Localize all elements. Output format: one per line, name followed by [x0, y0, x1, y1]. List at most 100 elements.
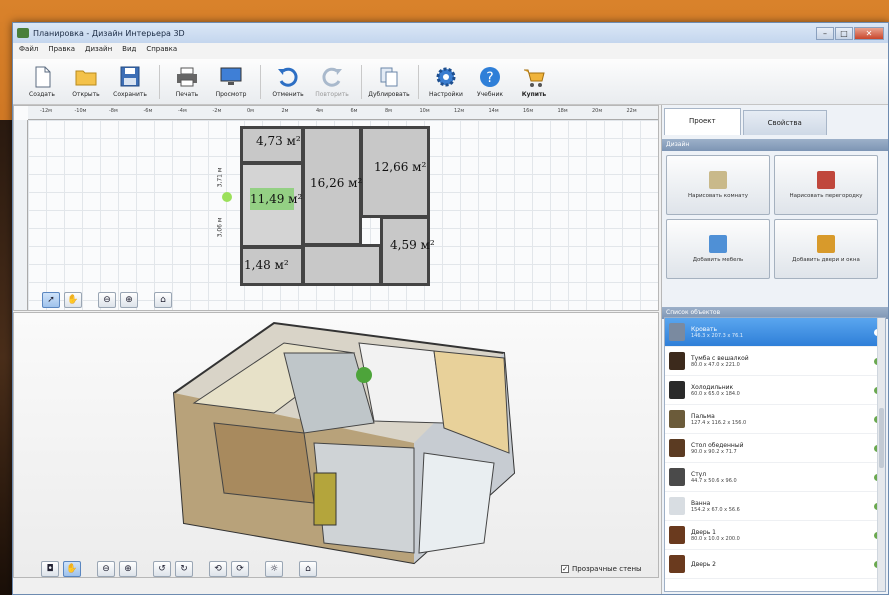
- menu-help[interactable]: Справка: [146, 45, 177, 57]
- draw-room-button[interactable]: Нарисовать комнату: [666, 155, 770, 215]
- preview-button[interactable]: Просмотр: [210, 65, 252, 98]
- settings-button[interactable]: Настройки: [425, 65, 467, 98]
- selection-handle[interactable]: [222, 192, 232, 202]
- object-list-item[interactable]: Стул 44.7 x 50.6 x 96.0: [665, 463, 885, 492]
- object-thumbnail: [669, 497, 685, 515]
- duplicate-label: Дублировать: [368, 91, 410, 98]
- horizontal-ruler: -12м -10м -8м -6м -4м -2м 0м 2м 4м 6м 8м 10м 12м 14м 1…: [28, 106, 658, 120]
- scrollbar-thumb[interactable]: [879, 408, 884, 468]
- minimize-button[interactable]: –: [816, 26, 834, 40]
- undo-button[interactable]: Отменить: [267, 65, 309, 98]
- object-thumbnail: [669, 323, 685, 341]
- gear-icon: [436, 67, 456, 87]
- draw-partition-label: Нарисовать перегородку: [789, 193, 863, 199]
- zoom-out-button[interactable]: ⊖: [98, 292, 116, 308]
- menu-bar: Файл Правка Дизайн Вид Справка: [13, 43, 888, 59]
- ruler-tick-label: 14м: [488, 108, 499, 114]
- tab-project[interactable]: Проект: [664, 108, 741, 135]
- new-label: Создать: [29, 91, 55, 98]
- object-thumbnail: [669, 468, 685, 486]
- buy-label: Купить: [521, 91, 547, 98]
- room-area-label: 1,48 м²: [244, 258, 289, 272]
- ruler-tick-label: -10м: [74, 108, 87, 114]
- print-label: Печать: [175, 91, 199, 98]
- menu-file[interactable]: Файл: [19, 45, 38, 57]
- design-section-title: Дизайн: [662, 139, 888, 151]
- camera-button[interactable]: ◘: [41, 561, 59, 577]
- object-thumbnail: [669, 381, 685, 399]
- menu-view[interactable]: Вид: [122, 45, 136, 57]
- object-dimensions: 80.0 x 10.0 x 200.0: [691, 535, 740, 542]
- duplicate-button[interactable]: Дублировать: [368, 65, 410, 98]
- object-name: Тумба с вешалкой: [691, 354, 749, 362]
- room-area-label: 11,49 м²: [250, 192, 303, 206]
- save-button[interactable]: Сохранить: [109, 65, 151, 98]
- tilt-down-button[interactable]: ⟳: [231, 561, 249, 577]
- rotate-left-button[interactable]: ↺: [153, 561, 171, 577]
- select-tool-button[interactable]: ➚: [42, 292, 60, 308]
- plan-2d-view[interactable]: -12м -10м -8м -6м -4м -2м 0м 2м 4м 6м 8м 10м 12м 14м 1…: [13, 105, 659, 311]
- close-button[interactable]: ✕: [854, 26, 884, 40]
- object-list-item[interactable]: Стол обеденный 90.0 x 90.2 x 71.7: [665, 434, 885, 463]
- tutorial-button[interactable]: ? Учебник: [469, 65, 511, 98]
- view-3d[interactable]: [13, 312, 659, 578]
- redo-button[interactable]: Повторить: [311, 65, 353, 98]
- tilt-up-button[interactable]: ⟲: [209, 561, 227, 577]
- light-button[interactable]: ☼: [265, 561, 283, 577]
- object-list-item[interactable]: Кровать 146.3 x 207.3 x 76.1: [665, 318, 885, 347]
- transparent-walls-toggle[interactable]: ✓ Прозрачные стены: [561, 565, 642, 573]
- object-list-item[interactable]: Ванна 154.2 x 67.0 x 56.6: [665, 492, 885, 521]
- zoom-out-3d-button[interactable]: ⊖: [97, 561, 115, 577]
- zoom-in-button[interactable]: ⊕: [120, 292, 138, 308]
- menu-design[interactable]: Дизайн: [85, 45, 112, 57]
- add-doors-windows-button[interactable]: Добавить двери и окна: [774, 219, 878, 279]
- object-list-item[interactable]: Пальма 127.4 x 116.2 x 156.0: [665, 405, 885, 434]
- rotate-right-button[interactable]: ↻: [175, 561, 193, 577]
- buy-button[interactable]: Купить: [513, 65, 555, 98]
- print-button[interactable]: Печать: [166, 65, 208, 98]
- hand-icon: ✋: [67, 295, 79, 305]
- zoom-in-3d-button[interactable]: ⊕: [119, 561, 137, 577]
- add-furniture-button[interactable]: Добавить мебель: [666, 219, 770, 279]
- door-icon: [817, 235, 835, 253]
- undo-icon: [278, 67, 298, 87]
- home-3d-button[interactable]: ⌂: [299, 561, 317, 577]
- pan-3d-button[interactable]: ✋: [63, 561, 81, 577]
- open-label: Открыть: [72, 91, 100, 98]
- draw-partition-button[interactable]: Нарисовать перегородку: [774, 155, 878, 215]
- ruler-tick-label: -8м: [109, 108, 118, 114]
- ruler-tick-label: -12м: [40, 108, 52, 114]
- room[interactable]: [302, 244, 382, 286]
- pan-tool-button[interactable]: ✋: [64, 292, 82, 308]
- window-title: Планировка - Дизайн Интерьера 3D: [33, 28, 185, 38]
- transparent-walls-label: Прозрачные стены: [572, 565, 642, 573]
- help-icon: ?: [480, 67, 500, 87]
- undo-label: Отменить: [272, 91, 304, 98]
- dimension-label: 3,06 м: [216, 217, 224, 238]
- tab-properties[interactable]: Свойства: [742, 110, 827, 135]
- camera-icon: ◘: [46, 564, 54, 574]
- object-list-item[interactable]: Тумба с вешалкой 80.0 x 47.0 x 221.0: [665, 347, 885, 376]
- open-button[interactable]: Открыть: [65, 65, 107, 98]
- room-area-label: 16,26 м²: [310, 176, 363, 190]
- object-list-item[interactable]: Дверь 1 80.0 x 10.0 x 200.0: [665, 521, 885, 550]
- home-view-button[interactable]: ⌂: [154, 292, 172, 308]
- plan-tools: ➚ ✋ ⊖ ⊕ ⌂: [42, 292, 172, 308]
- home-icon: ⌂: [305, 564, 311, 574]
- object-list-scrollbar[interactable]: [877, 318, 885, 591]
- maximize-button[interactable]: □: [835, 26, 853, 40]
- tilt-up-icon: ⟲: [214, 564, 222, 574]
- title-bar: Планировка - Дизайн Интерьера 3D – □ ✕: [13, 23, 888, 43]
- toolbar: Создать Открыть Сохранить Печать Просмот…: [13, 59, 888, 105]
- ruler-tick-label: 16м: [523, 108, 534, 114]
- cursor-icon: ➚: [47, 295, 55, 305]
- redo-label: Повторить: [315, 91, 349, 98]
- new-button[interactable]: Создать: [21, 65, 63, 98]
- ruler-tick-label: 12м: [454, 108, 465, 114]
- menu-edit[interactable]: Правка: [48, 45, 75, 57]
- checkbox-checked-icon[interactable]: ✓: [561, 565, 569, 573]
- object-list-item[interactable]: Холодильник 60.0 x 65.0 x 184.0: [665, 376, 885, 405]
- object-list-item[interactable]: Дверь 2: [665, 550, 885, 579]
- redo-icon: [322, 67, 342, 87]
- ruler-tick-label: 0м: [247, 108, 254, 114]
